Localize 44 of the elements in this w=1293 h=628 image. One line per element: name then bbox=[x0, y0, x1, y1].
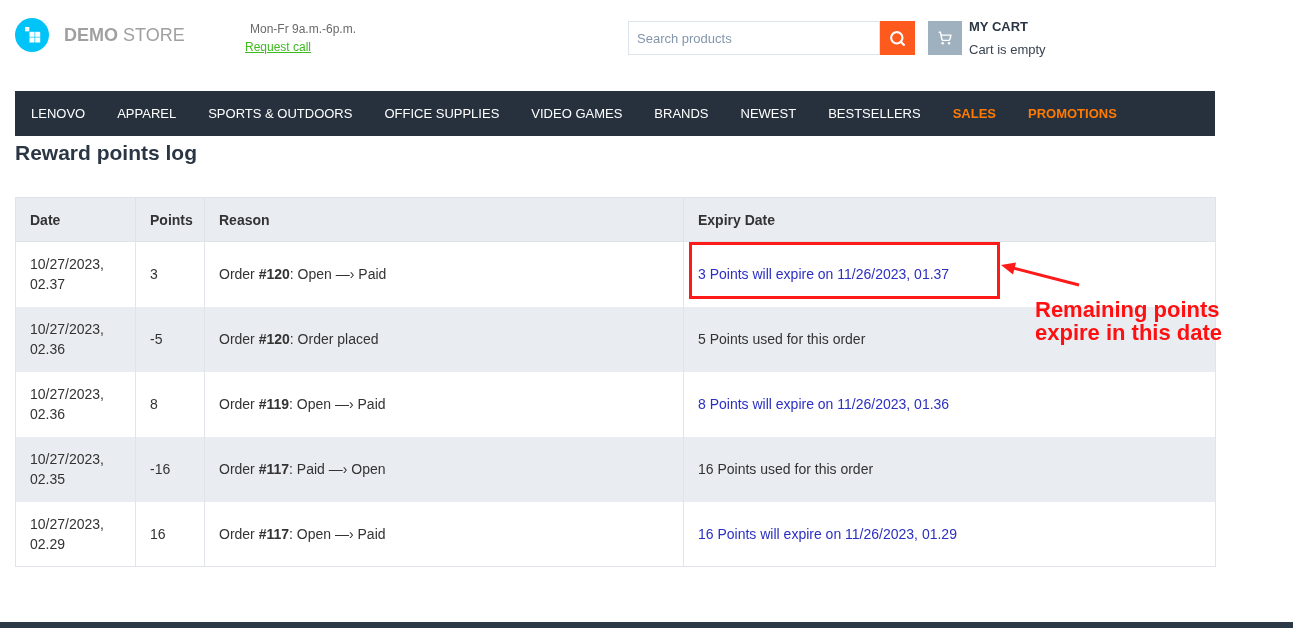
menu-item[interactable]: LENOVO bbox=[15, 104, 102, 123]
reason-text: Order #120: Open —› Paid bbox=[219, 266, 387, 283]
cart-icon[interactable] bbox=[928, 21, 962, 55]
column-header: Points bbox=[150, 211, 193, 228]
date-text: 10/27/2023, 02.35 bbox=[30, 450, 105, 489]
expiry-link[interactable]: 16 Points will expire on 11/26/2023, 01.29 bbox=[698, 523, 957, 544]
expiry-link[interactable]: 3 Points will expire on 11/26/2023, 01.37 bbox=[698, 264, 950, 285]
points-value: 8 bbox=[150, 396, 158, 412]
menu-item[interactable]: NEWEST bbox=[724, 104, 813, 123]
usage-note: 5 Points used for this order bbox=[698, 330, 866, 349]
search-button[interactable] bbox=[880, 21, 915, 55]
date-text: 10/27/2023, 02.37 bbox=[30, 255, 105, 295]
points-value: 16 bbox=[150, 525, 166, 542]
menu-item[interactable]: OFFICE SUPPLIES bbox=[368, 104, 516, 123]
date-text: 10/27/2023, 02.36 bbox=[30, 320, 105, 359]
menu-item[interactable]: PROMOTIONS bbox=[1012, 104, 1133, 123]
search-icon bbox=[889, 29, 906, 47]
menu-item[interactable]: VIDEO GAMES bbox=[515, 104, 639, 123]
menu-item[interactable]: BESTSELLERS bbox=[812, 104, 937, 123]
cart-status: Cart is empty bbox=[969, 41, 1046, 59]
menu-item[interactable]: SALES bbox=[936, 104, 1012, 123]
page-title: Reward points log bbox=[15, 140, 198, 166]
reason-text: Order #117: Paid —› Open bbox=[219, 461, 386, 477]
cart-title[interactable]: MY CART bbox=[969, 18, 1046, 36]
column-header: Expiry Date bbox=[698, 211, 776, 228]
logo-icon[interactable] bbox=[15, 18, 49, 52]
reason-text: Order #119: Open —› Paid bbox=[219, 396, 386, 412]
search-field[interactable]: Search products bbox=[628, 21, 880, 55]
menu-item[interactable]: APPAREL bbox=[101, 104, 193, 123]
date-text: 10/27/2023, 02.36 bbox=[30, 385, 105, 424]
callout-text: Remaining points expire in this date bbox=[1035, 298, 1224, 344]
column-header: Date bbox=[30, 211, 61, 228]
column-header: Reason bbox=[219, 211, 270, 228]
menu-item[interactable]: SPORTS & OUTDOORS bbox=[192, 104, 369, 123]
date-text: 10/27/2023, 02.29 bbox=[30, 514, 105, 554]
reason-text: Order #117: Open —› Paid bbox=[219, 525, 386, 542]
usage-note: 16 Points used for this order bbox=[698, 460, 874, 479]
points-value: 3 bbox=[150, 266, 158, 283]
points-value: -5 bbox=[150, 331, 163, 347]
menu-item[interactable]: BRANDS bbox=[638, 104, 725, 123]
expiry-link[interactable]: 8 Points will expire on 11/26/2023, 01.36 bbox=[698, 394, 950, 414]
points-value: -16 bbox=[150, 461, 171, 477]
reason-text: Order #120: Order placed bbox=[219, 331, 379, 347]
opening-hours: Mon-Fr 9a.m.-6p.m. bbox=[250, 21, 357, 37]
